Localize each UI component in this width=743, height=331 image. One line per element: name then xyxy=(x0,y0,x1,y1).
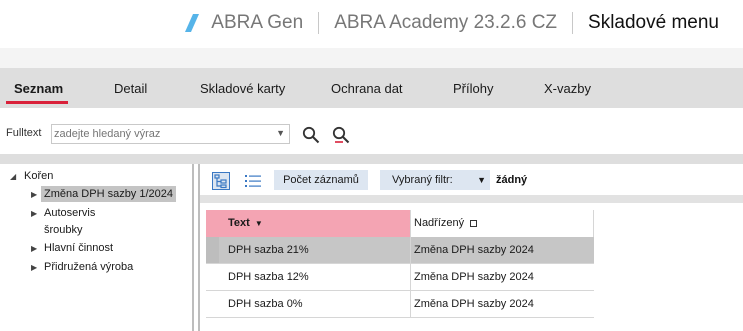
title-separator xyxy=(572,12,574,34)
header-spacer xyxy=(0,48,743,68)
column-header-label: Text xyxy=(228,217,250,229)
expand-arrow-icon[interactable]: ▶ xyxy=(31,263,37,272)
filter-label: Vybraný filtr: xyxy=(392,174,453,186)
table-row[interactable]: DPH sazba 12% Změna DPH sazby 2024 xyxy=(206,264,594,291)
title-separator xyxy=(318,12,320,34)
cell-text: DPH sazba 21% xyxy=(228,244,309,256)
chevron-down-icon[interactable]: ▼ xyxy=(276,128,285,138)
toolbar-separator xyxy=(200,195,743,203)
tree-item-zmena-dph[interactable]: Změna DPH sazby 1/2024 xyxy=(41,186,177,202)
fulltext-search-row: Fulltext ▼ xyxy=(0,120,743,148)
filter-select[interactable]: Vybraný filtr: ▼ xyxy=(380,170,490,190)
tree-item-hlavni-cinnost[interactable]: Hlavní činnost xyxy=(44,240,113,256)
fulltext-combobox[interactable]: ▼ xyxy=(51,124,290,144)
title-bar: ABRA Gen ABRA Academy 23.2.6 CZ Skladové… xyxy=(0,0,743,48)
title-row: ABRA Gen ABRA Academy 23.2.6 CZ Skladové… xyxy=(185,10,719,36)
row-selector[interactable] xyxy=(206,237,219,263)
column-header-label: Nadřízený xyxy=(414,217,465,229)
column-header-text[interactable]: Text ▼ xyxy=(206,210,410,237)
expand-arrow-icon[interactable]: ▶ xyxy=(31,209,37,218)
fulltext-label: Fulltext xyxy=(6,127,42,139)
tab-bar: Seznam Detail Skladové karty Ochrana dat… xyxy=(0,68,743,108)
record-count-button[interactable]: Počet záznamů xyxy=(274,170,368,190)
cell-text: DPH sazba 0% xyxy=(228,298,303,310)
search-icon[interactable] xyxy=(302,126,320,144)
tree-item-sroubky[interactable]: šroubky xyxy=(44,222,83,238)
list-view-icon[interactable] xyxy=(244,173,262,189)
cell-parent: Změna DPH sazby 2024 xyxy=(410,237,534,263)
expand-arrow-icon[interactable]: ▶ xyxy=(31,190,37,199)
company-name: ABRA Academy 23.2.6 CZ xyxy=(334,12,558,33)
active-tab-indicator xyxy=(6,101,68,104)
chevron-down-icon[interactable]: ▼ xyxy=(477,170,486,190)
tree-view-icon[interactable] xyxy=(212,172,230,190)
checkbox-icon[interactable] xyxy=(470,219,478,227)
filter-value: žádný xyxy=(496,174,528,186)
cell-text: DPH sazba 12% xyxy=(228,271,309,283)
column-header-parent[interactable]: Nadřízený xyxy=(410,210,594,237)
table-row[interactable]: DPH sazba 21% Změna DPH sazby 2024 xyxy=(206,237,594,264)
tab-skladove-karty[interactable]: Skladové karty xyxy=(200,68,285,108)
tree-item-autoservis[interactable]: Autoservis xyxy=(44,205,95,221)
expand-toggle-icon[interactable]: ◢ xyxy=(10,172,16,181)
category-tree: ◢ Kořen ▶ Změna DPH sazby 1/2024 ▶ Autos… xyxy=(0,164,192,331)
records-panel: Počet záznamů Vybraný filtr: ▼ žádný Tex… xyxy=(200,164,743,331)
page-title: Skladové menu xyxy=(588,12,719,33)
panel-splitter[interactable] xyxy=(192,164,200,331)
fulltext-input[interactable] xyxy=(54,127,264,141)
tab-prilohy[interactable]: Přílohy xyxy=(453,68,493,108)
sort-desc-icon: ▼ xyxy=(254,219,263,228)
cell-parent: Změna DPH sazby 2024 xyxy=(410,264,534,290)
tree-root[interactable]: Kořen xyxy=(24,168,53,184)
cell-parent: Změna DPH sazby 2024 xyxy=(410,291,534,317)
expand-arrow-icon[interactable]: ▶ xyxy=(31,244,37,253)
tab-x-vazby[interactable]: X-vazby xyxy=(544,68,591,108)
table-row[interactable]: DPH sazba 0% Změna DPH sazby 2024 xyxy=(206,291,594,318)
tab-detail[interactable]: Detail xyxy=(114,68,147,108)
abra-logo-icon xyxy=(185,14,200,32)
content-separator xyxy=(0,154,743,164)
tree-item-pridruzena-vyroba[interactable]: Přidružená výroba xyxy=(44,259,133,275)
tab-ochrana-dat[interactable]: Ochrana dat xyxy=(331,68,403,108)
advanced-search-icon[interactable] xyxy=(332,126,350,144)
app-name: ABRA Gen xyxy=(211,12,304,33)
